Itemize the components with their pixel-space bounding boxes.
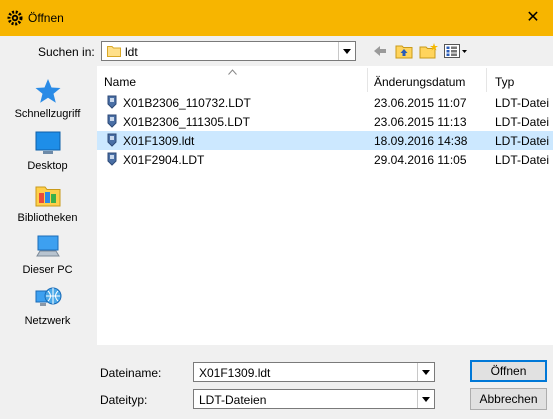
file-name: X01F1309.ldt [123, 134, 195, 148]
file-row[interactable]: X01B2306_110732.LDT 23.06.2015 11:07 LDT… [97, 93, 553, 112]
file-icon [107, 95, 117, 109]
folder-icon [107, 46, 121, 57]
file-list[interactable]: Name Änderungsdatum Typ X01B2306_110732.… [97, 66, 553, 345]
place-this-pc[interactable]: Dieser PC [0, 234, 95, 276]
back-arrow-icon[interactable] [372, 42, 388, 60]
file-date: 18.09.2016 14:38 [374, 134, 468, 148]
file-icon [107, 152, 117, 166]
places-bar: Schnellzugriff Desktop Bibliotheken Dies… [0, 66, 95, 346]
place-network[interactable]: Netzwerk [0, 285, 95, 327]
place-label: Desktop [27, 160, 68, 172]
file-name: X01B2306_110732.LDT [123, 96, 251, 110]
network-icon [35, 287, 61, 306]
lookin-value: ldt [125, 45, 138, 59]
sort-ascending-icon [228, 69, 237, 75]
lookin-label: Suchen in: [38, 45, 95, 59]
column-divider[interactable] [367, 68, 368, 92]
place-libraries[interactable]: Bibliotheken [0, 182, 95, 224]
file-icon [107, 133, 117, 147]
file-date: 29.04.2016 11:05 [374, 153, 467, 167]
file-type: LDT-Datei [495, 96, 550, 110]
filename-combo[interactable]: X01F1309.ldt [193, 362, 435, 382]
place-label: Dieser PC [22, 264, 73, 276]
place-quick-access[interactable]: Schnellzugriff [0, 78, 95, 120]
open-button[interactable]: Öffnen [470, 360, 547, 382]
filename-label: Dateiname: [100, 366, 162, 380]
place-label: Netzwerk [24, 315, 71, 327]
cancel-button[interactable]: Abbrechen [470, 388, 547, 410]
view-menu-icon[interactable] [443, 42, 468, 60]
filetype-value: LDT-Dateien [199, 393, 267, 407]
library-icon [35, 186, 60, 207]
column-divider[interactable] [486, 68, 487, 92]
window-title: Öffnen [28, 11, 64, 25]
file-type: LDT-Datei [495, 115, 550, 129]
place-desktop[interactable]: Desktop [0, 130, 95, 172]
filename-input[interactable]: X01F1309.ldt [199, 366, 270, 380]
file-date: 23.06.2015 11:13 [374, 115, 467, 129]
star-icon [35, 79, 60, 103]
file-type: LDT-Datei [495, 153, 550, 167]
title-bar: Öffnen ✕ [0, 0, 553, 36]
chevron-down-icon[interactable] [417, 390, 434, 408]
chevron-down-icon[interactable] [338, 42, 355, 60]
file-date: 23.06.2015 11:07 [374, 96, 467, 110]
up-folder-icon[interactable] [395, 42, 413, 60]
new-folder-icon[interactable] [419, 42, 439, 60]
place-label: Schnellzugriff [14, 108, 81, 120]
file-icon [107, 114, 117, 128]
desktop-icon [35, 131, 60, 154]
file-row-selected[interactable]: X01F1309.ldt 18.09.2016 14:38 LDT-Datei [97, 131, 553, 150]
chevron-down-icon[interactable] [417, 363, 434, 381]
file-name: X01F2904.LDT [123, 153, 205, 167]
file-name: X01B2306_111305.LDT [123, 115, 250, 129]
file-type: LDT-Datei [495, 134, 550, 148]
place-label: Bibliotheken [17, 212, 78, 224]
lookin-dropdown[interactable]: ldt [101, 41, 356, 61]
close-icon: ✕ [526, 9, 540, 26]
file-row[interactable]: X01B2306_111305.LDT 23.06.2015 11:13 LDT… [97, 112, 553, 131]
close-button[interactable]: ✕ [513, 0, 553, 36]
filetype-label: Dateityp: [100, 393, 148, 407]
file-row[interactable]: X01F2904.LDT 29.04.2016 11:05 LDT-Datei [97, 150, 553, 169]
computer-icon [35, 235, 60, 257]
filetype-select[interactable]: LDT-Dateien [193, 389, 435, 409]
gear-icon [7, 10, 23, 26]
